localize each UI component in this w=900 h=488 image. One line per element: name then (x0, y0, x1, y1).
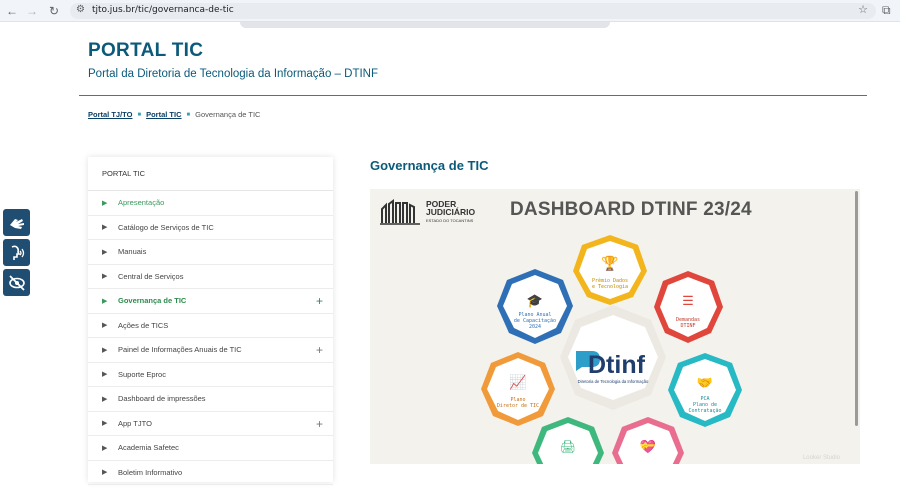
breadcrumb-link-portal-tic[interactable]: Portal TIC (146, 110, 181, 119)
node-label: 2024 (529, 324, 541, 330)
sidebar-item-label: App TJTO (118, 418, 152, 428)
triangle-right-icon: ▶ (102, 248, 108, 256)
node-label: Diretor de TIC (497, 403, 539, 409)
page-title: PORTAL TIC (88, 40, 204, 61)
triangle-right-icon: ▶ (102, 297, 108, 305)
node-plano-diretor-tic[interactable]: 📈 Plano Diretor de TIC (481, 352, 555, 426)
breadcrumb-separator-icon: ■ (186, 111, 191, 118)
audio-reader-button[interactable] (3, 239, 30, 266)
sign-language-button[interactable] (3, 209, 30, 236)
printer-icon: 🖨 (560, 439, 577, 454)
triangle-right-icon: ▶ (102, 322, 108, 330)
reload-icon[interactable]: ↻ (46, 3, 62, 19)
triangle-right-icon: ▶ (102, 444, 108, 452)
top-bar-shadow (240, 22, 610, 28)
graduation-cap-icon: 🎓 (527, 293, 543, 308)
heart-box-icon: 💝 (640, 439, 657, 454)
browser-toolbar: ← → ↻ ⚙ tjto.jus.br/tic/governanca-de-ti… (0, 0, 900, 22)
node-acoes[interactable]: 💝 (612, 417, 684, 464)
back-arrow-icon[interactable]: ← (4, 3, 20, 19)
triangle-right-icon: ▶ (102, 224, 108, 232)
sidebar-item-label: Academia Safetec (118, 443, 179, 453)
sidebar-menu: PORTAL TIC ▶ Apresentação ▶ Catálogo de … (88, 157, 333, 485)
sidebar-item-apresentacao[interactable]: ▶ Apresentação (88, 191, 333, 216)
triangle-right-icon: ▶ (102, 273, 108, 281)
sidebar-item-dashboard-impressoes[interactable]: ▶ Dashboard de impressões (88, 387, 333, 412)
triangle-right-icon: ▶ (102, 469, 108, 477)
sidebar-item-label: Central de Serviços (118, 271, 184, 281)
node-demandas[interactable]: ☰ Demandas DTINF (654, 271, 723, 343)
forward-arrow-icon[interactable]: → (24, 3, 40, 19)
node-plano-anual-capacitacao[interactable]: 🎓 Plano Anual de Capacitação 2024 (497, 269, 573, 344)
sidebar-item-label: Boletim Informativo (118, 467, 183, 477)
dashboard-embed[interactable]: PODER JUDICIÁRIO ESTADO DO TOCANTINS DAS… (370, 189, 860, 464)
speaking-head-icon (11, 245, 24, 260)
dtinf-caption: Diretoria de Tecnologia da Informação (578, 379, 649, 384)
node-pca[interactable]: 🤝 PCA Plano de Contratação (668, 353, 742, 427)
sidebar-item-app-tjto[interactable]: ▶ App TJTO + (88, 412, 333, 436)
sidebar-heading: PORTAL TIC (88, 157, 333, 191)
sidebar-item-label: Painel de Informações Anuais de TIC (118, 345, 242, 355)
expand-plus-icon[interactable]: + (316, 294, 323, 308)
page-subtitle: Portal da Diretoria de Tecnologia da Inf… (88, 68, 378, 80)
header-divider (79, 95, 867, 96)
sidebar-item-label: Ações de TICS (118, 320, 169, 330)
expand-plus-icon[interactable]: + (316, 417, 323, 431)
sidebar-item-academia-safetec[interactable]: ▶ Academia Safetec (88, 436, 333, 461)
triangle-right-icon: ▶ (102, 199, 108, 207)
handshake-icon: 🤝 (697, 375, 713, 390)
sign-language-hand-icon (9, 218, 24, 229)
triangle-right-icon: ▶ (102, 346, 108, 354)
node-impressoes[interactable]: 🖨 (532, 417, 604, 464)
sidebar-item-boletim-informativo[interactable]: ▶ Boletim Informativo (88, 461, 333, 485)
sidebar-item-label: Catálogo de Serviços de TIC (118, 222, 214, 232)
breadcrumb-separator-icon: ■ (137, 111, 142, 118)
sidebar-item-label: Manuais (118, 247, 147, 257)
dtinf-logo-text: Dtinf (588, 351, 646, 379)
site-info-icon[interactable]: ⚙ (76, 4, 85, 15)
sidebar-item-catalogo[interactable]: ▶ Catálogo de Serviços de TIC (88, 216, 333, 240)
eye-slash-icon (8, 274, 25, 291)
sidebar-item-painel-informacoes[interactable]: ▶ Painel de Informações Anuais de TIC + (88, 338, 333, 363)
sidebar-item-central-servicos[interactable]: ▶ Central de Serviços (88, 265, 333, 289)
looker-watermark: Looker Studio (802, 455, 840, 461)
dashboard-diagram: 🏆 Prêmio Dados e Tecnologia ☰ Demandas D… (481, 235, 742, 464)
breadcrumb: Portal TJ/TO ■ Portal TIC ■ Governança d… (88, 110, 260, 119)
sidebar-item-manuais[interactable]: ▶ Manuais (88, 240, 333, 265)
node-label: Contratação (688, 408, 721, 414)
triangle-right-icon: ▶ (102, 395, 108, 403)
node-premio-dados[interactable]: 🏆 Prêmio Dados e Tecnologia (573, 235, 647, 305)
sidebar-item-label: Governança de TIC (118, 296, 187, 306)
chart-trend-icon: 📈 (509, 374, 526, 391)
sidebar-item-label: Dashboard de impressões (118, 394, 206, 404)
url-text: tjto.jus.br/tic/governanca-de-tic (92, 5, 234, 15)
triangle-right-icon: ▶ (102, 420, 108, 428)
content-title: Governança de TIC (370, 158, 489, 173)
breadcrumb-link-portal-tjto[interactable]: Portal TJ/TO (88, 110, 132, 119)
dashboard-scrollbar[interactable] (855, 191, 858, 426)
task-list-icon: ☰ (682, 293, 694, 308)
sidebar-item-label: Apresentação (118, 198, 165, 208)
sidebar-item-suporte-eproc[interactable]: ▶ Suporte Eproc (88, 363, 333, 387)
sidebar-item-acoes-tics[interactable]: ▶ Ações de TICS (88, 314, 333, 338)
sidebar-item-governanca[interactable]: ▶ Governança de TIC + (88, 289, 333, 314)
triangle-right-icon: ▶ (102, 371, 108, 379)
bookmark-star-icon[interactable]: ☆ (858, 3, 868, 16)
extensions-icon[interactable]: ⧉ (882, 3, 891, 18)
sidebar-item-label: Suporte Eproc (118, 369, 166, 379)
node-label: Prêmio Dados (592, 277, 628, 284)
breadcrumb-current: Governança de TIC (195, 110, 261, 119)
address-bar[interactable]: ⚙ tjto.jus.br/tic/governanca-de-tic ☆ (70, 3, 876, 19)
trophy-icon: 🏆 (601, 255, 619, 272)
high-contrast-button[interactable] (3, 269, 30, 296)
expand-plus-icon[interactable]: + (316, 343, 323, 357)
node-label: e Tecnologia (592, 284, 628, 290)
node-label: DTINF (680, 323, 695, 329)
